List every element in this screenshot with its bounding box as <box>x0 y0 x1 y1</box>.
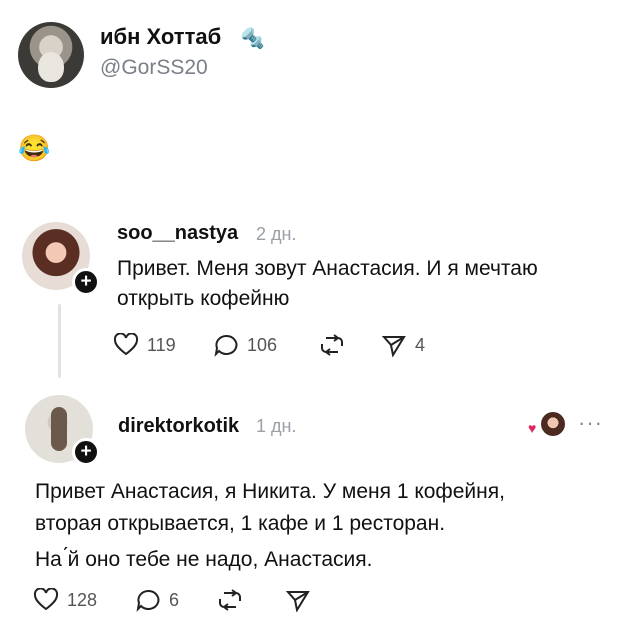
comment-time: 1 дн. <box>256 416 297 436</box>
comment-username[interactable]: soo__nastya <box>117 222 238 245</box>
user-handle[interactable]: @GorSS20 <box>100 56 208 80</box>
comment-text-line: На ́й оно тебе не надо, Анастасия. <box>35 548 373 571</box>
send-icon <box>285 591 310 612</box>
comment-text: Привет Анастасия, я Никита. У меня 1 коф… <box>35 476 615 576</box>
share-button[interactable]: 4 <box>381 333 425 357</box>
comment-text-line: Привет. Меня зовут Анастасия. И я мечтаю <box>117 257 538 280</box>
repost-button[interactable] <box>318 333 346 357</box>
author-mini-avatar <box>541 412 565 436</box>
bolt-icon: 🔩 <box>240 28 265 50</box>
send-icon <box>381 336 406 357</box>
post-emoji: 😂 <box>18 133 51 163</box>
heart-icon <box>113 333 139 356</box>
follow-plus-icon[interactable]: + <box>72 268 100 296</box>
share-count: 4 <box>415 334 426 355</box>
reply-button[interactable]: 106 <box>213 333 277 357</box>
comment-text: Привет. Меня зовут Анастасия. И я мечтаю… <box>117 254 597 314</box>
like-button[interactable]: 119 <box>113 333 176 357</box>
profile-avatar[interactable] <box>18 22 84 88</box>
share-button[interactable] <box>285 588 311 612</box>
comment-text-line: вторая открывается, 1 кафе и 1 ресторан. <box>35 512 446 535</box>
repost-icon <box>321 334 343 356</box>
reply-count: 106 <box>247 334 278 355</box>
follow-plus-icon[interactable]: + <box>72 438 100 466</box>
comment-icon <box>136 589 160 612</box>
thread-line <box>58 304 61 378</box>
author-liked-heart-icon: ♥ <box>528 420 537 436</box>
like-count: 119 <box>147 334 176 355</box>
display-name[interactable]: ибн Хоттаб <box>100 24 221 50</box>
repost-icon <box>219 589 241 611</box>
like-count: 128 <box>67 589 98 610</box>
comment-text-line: Привет Анастасия, я Никита. У меня 1 коф… <box>35 480 505 503</box>
comment-text-line: открыть кофейню <box>117 287 290 310</box>
comment-username[interactable]: direktorkotik <box>118 415 239 438</box>
heart-icon <box>33 588 59 611</box>
repost-button[interactable] <box>216 588 244 612</box>
reply-count: 6 <box>169 589 180 610</box>
comment-icon <box>214 334 238 357</box>
more-options-icon[interactable]: ··· <box>578 410 603 436</box>
like-button[interactable]: 128 <box>33 588 97 612</box>
comment-time: 2 дн. <box>256 224 297 244</box>
reply-button[interactable]: 6 <box>135 588 179 612</box>
